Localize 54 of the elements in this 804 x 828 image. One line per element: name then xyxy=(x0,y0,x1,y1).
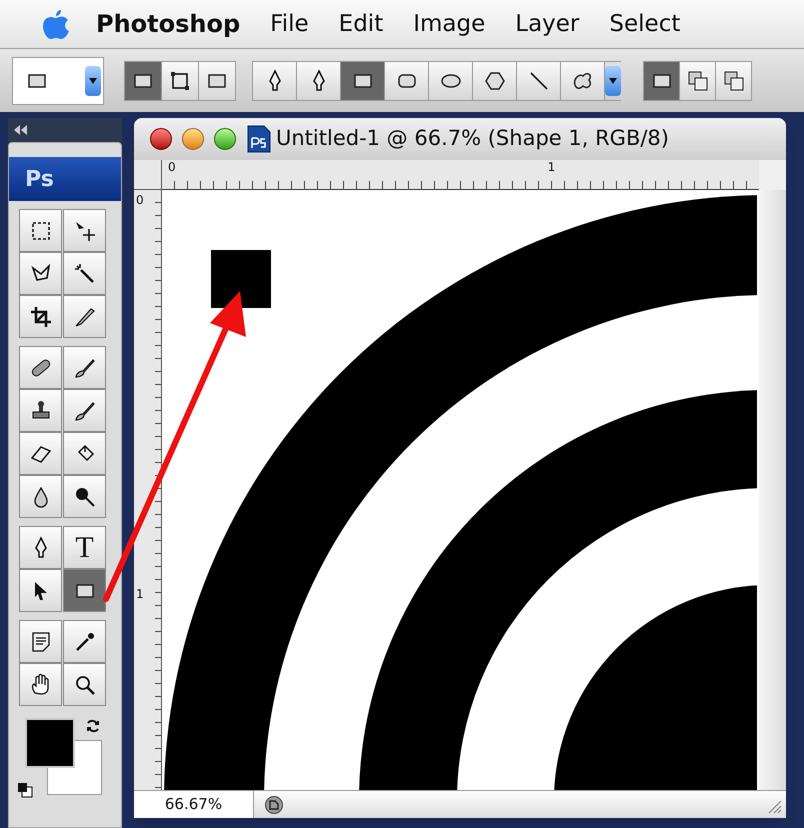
tool-button[interactable] xyxy=(19,663,62,706)
ruler-label: 1 xyxy=(548,161,556,176)
tool-button[interactable] xyxy=(63,663,106,706)
tool-button[interactable] xyxy=(63,475,106,518)
tool-button[interactable] xyxy=(63,620,106,663)
tool-button[interactable] xyxy=(63,346,106,389)
tool-button[interactable] xyxy=(19,295,62,338)
overlapping-squares-icon xyxy=(722,68,746,92)
color-swatches[interactable] xyxy=(25,718,103,796)
menu-item[interactable]: Layer xyxy=(515,6,580,42)
dropdown-button[interactable] xyxy=(85,66,101,96)
toolbox-logo: Ps xyxy=(9,157,121,201)
tool-button[interactable] xyxy=(19,475,62,518)
menu-item[interactable]: File xyxy=(270,6,309,42)
zoom-level: 66.67% xyxy=(134,791,254,818)
apple-logo-icon[interactable] xyxy=(42,8,70,40)
tool-button[interactable]: T xyxy=(63,526,106,569)
ruler-label: 0 xyxy=(168,161,176,176)
menu-item[interactable]: Select xyxy=(609,6,680,42)
swap-arrows-icon[interactable] xyxy=(85,718,101,734)
tool-button[interactable] xyxy=(19,389,62,432)
close-button[interactable] xyxy=(150,128,172,150)
menu-item[interactable]: Image xyxy=(413,6,486,42)
minimize-button[interactable] xyxy=(182,128,204,150)
tool-button[interactable] xyxy=(19,252,62,295)
menu-item[interactable]: Edit xyxy=(338,6,384,42)
ruler-label: 0 xyxy=(136,194,145,206)
preset-picker[interactable] xyxy=(12,56,104,104)
tool-button[interactable] xyxy=(63,209,106,252)
tool-button[interactable] xyxy=(63,569,106,612)
tool-button[interactable] xyxy=(63,389,106,432)
tool-button[interactable] xyxy=(19,569,62,612)
window-title: Untitled-1 @ 66.7% (Shape 1, RGB/8) xyxy=(276,125,669,152)
zoom-button[interactable] xyxy=(214,128,236,150)
crop-icon xyxy=(28,304,52,328)
tool-button[interactable] xyxy=(19,620,62,663)
tool-button[interactable] xyxy=(63,252,106,295)
magic-wand-icon xyxy=(72,262,96,286)
collapse-icon[interactable] xyxy=(14,125,28,135)
document-file-icon xyxy=(246,124,272,154)
tool-button[interactable] xyxy=(19,346,62,389)
dropdown-button[interactable] xyxy=(605,66,621,96)
status-menu-icon[interactable] xyxy=(264,794,284,814)
ruler-label: 1 xyxy=(136,588,145,600)
default-colors-icon[interactable] xyxy=(17,782,33,798)
tool-button[interactable] xyxy=(19,209,62,252)
tool-button[interactable] xyxy=(19,432,62,475)
tool-button[interactable] xyxy=(19,526,62,569)
app-menu[interactable]: Photoshop xyxy=(96,6,240,42)
overlapping-squares-icon xyxy=(686,68,710,92)
caret-icon xyxy=(609,78,617,84)
tool-button[interactable] xyxy=(63,295,106,338)
tool-button[interactable] xyxy=(63,432,106,475)
caret-icon xyxy=(89,78,97,84)
